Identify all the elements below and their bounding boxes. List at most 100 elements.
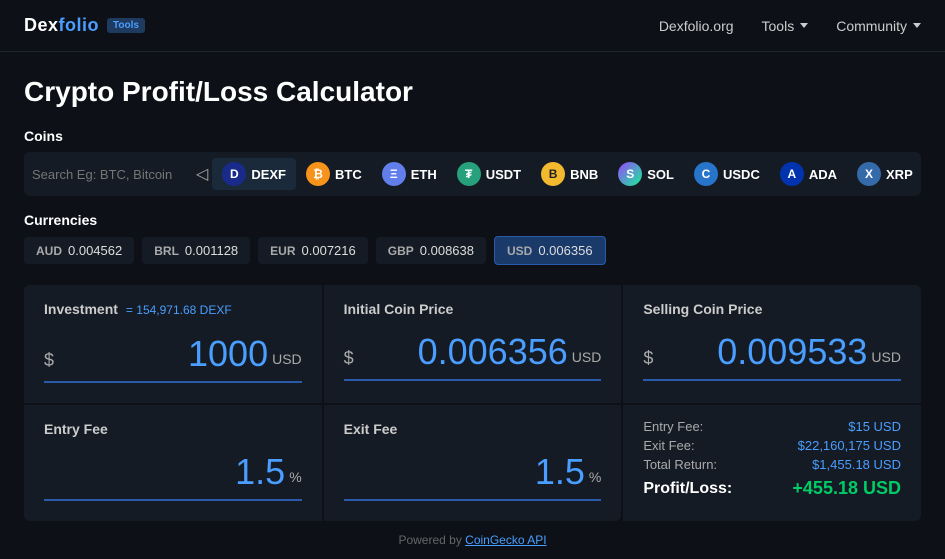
coin-label-bnb: BNB — [570, 167, 598, 182]
profit-loss-value: +455.18 USD — [792, 478, 901, 499]
coins-section-label: Coins — [24, 128, 921, 144]
logo-area: Dexfolio Tools — [24, 15, 145, 36]
investment-title: Investment — [44, 301, 118, 317]
currency-value-brl: 0.001128 — [185, 243, 238, 258]
investment-input[interactable] — [58, 333, 268, 375]
coin-item-usdc[interactable]: C USDC — [684, 158, 770, 190]
exit-fee-title: Exit Fee — [344, 421, 398, 437]
coin-label-xrp: XRP — [886, 167, 913, 182]
entry-fee-input-row: % — [44, 451, 302, 501]
coin-item-ada[interactable]: A ADA — [770, 158, 847, 190]
currency-value-gbp: 0.008638 — [420, 243, 474, 258]
currency-code-usd: USD — [507, 244, 532, 258]
footer-text: Powered by — [398, 533, 465, 547]
currency-badge-eur[interactable]: EUR 0.007216 — [258, 237, 368, 264]
profit-loss-label: Profit/Loss: — [643, 480, 732, 498]
currency-badge-aud[interactable]: AUD 0.004562 — [24, 237, 134, 264]
coin-icon-sol: S — [618, 162, 642, 186]
tools-badge: Tools — [107, 18, 145, 33]
logo-text[interactable]: Dexfolio — [24, 15, 99, 36]
coin-label-usdt: USDT — [486, 167, 521, 182]
initial-price-unit: USD — [572, 349, 602, 365]
currency-badge-brl[interactable]: BRL 0.001128 — [142, 237, 250, 264]
coin-search-wrapper — [32, 167, 192, 182]
selling-price-currency-symbol: $ — [643, 348, 653, 369]
currency-value-aud: 0.004562 — [68, 243, 122, 258]
nav-dexfolio[interactable]: Dexfolio.org — [659, 18, 734, 34]
currency-code-aud: AUD — [36, 244, 62, 258]
coin-item-eth[interactable]: Ξ ETH — [372, 158, 447, 190]
currency-badge-usd[interactable]: USD 0.006356 — [494, 236, 606, 265]
results-card: Entry Fee: $15 USD Exit Fee: $22,160,175… — [623, 405, 921, 521]
header-nav: Dexfolio.org Tools Community — [659, 18, 921, 34]
initial-coin-price-title: Initial Coin Price — [344, 301, 454, 317]
exit-fee-result-row: Exit Fee: $22,160,175 USD — [643, 438, 901, 453]
coins-row: ◁ DDEXF ₿ BTC Ξ ETH ₮ USDT B BNB S SOL C USDC A ADA X XR… — [24, 152, 921, 196]
page-title: Crypto Profit/Loss Calculator — [24, 76, 921, 108]
currency-code-eur: EUR — [270, 244, 295, 258]
coins-prev-button[interactable]: ◁ — [192, 164, 212, 184]
currency-value-eur: 0.007216 — [302, 243, 356, 258]
coin-icon-dexf: D — [222, 162, 246, 186]
entry-fee-result-row: Entry Fee: $15 USD — [643, 419, 901, 434]
chevron-down-icon — [800, 23, 808, 28]
coin-item-usdt[interactable]: ₮ USDT — [447, 158, 531, 190]
footer: Powered by CoinGecko API — [0, 521, 945, 559]
coin-label-ada: ADA — [809, 167, 837, 182]
coin-icon-ada: A — [780, 162, 804, 186]
coin-icon-eth: Ξ — [382, 162, 406, 186]
currency-badge-gbp[interactable]: GBP 0.008638 — [376, 237, 486, 264]
currency-code-brl: BRL — [154, 244, 179, 258]
exit-fee-input[interactable] — [344, 451, 585, 493]
initial-price-input-row: $ USD — [344, 331, 602, 381]
investment-subtitle: = 154,971.68 DEXF — [126, 303, 232, 317]
coin-icon-usdt: ₮ — [457, 162, 481, 186]
currencies-section-label: Currencies — [24, 212, 921, 228]
coins-list: DDEXF ₿ BTC Ξ ETH ₮ USDT B BNB S SOL C USDC A ADA X XRP — [212, 158, 921, 190]
entry-fee-unit: % — [289, 469, 301, 485]
selling-price-unit: USD — [871, 349, 901, 365]
calculator-grid: Investment = 154,971.68 DEXF $ USD Initi… — [24, 285, 921, 521]
coin-icon-bnb: B — [541, 162, 565, 186]
coin-item-sol[interactable]: S SOL — [608, 158, 684, 190]
nav-tools[interactable]: Tools — [762, 18, 809, 34]
nav-community[interactable]: Community — [836, 18, 921, 34]
coin-item-bnb[interactable]: B BNB — [531, 158, 608, 190]
coin-search-input[interactable] — [32, 167, 172, 182]
entry-fee-input[interactable] — [44, 451, 285, 493]
coin-icon-usdc: C — [694, 162, 718, 186]
coin-label-eth: ETH — [411, 167, 437, 182]
entry-fee-result-value: $15 USD — [848, 419, 901, 434]
currency-value-usd: 0.006356 — [538, 243, 592, 258]
coin-icon-xrp: X — [857, 162, 881, 186]
initial-price-currency-symbol: $ — [344, 348, 354, 369]
investment-input-row: $ USD — [44, 333, 302, 383]
coingecko-link[interactable]: CoinGecko API — [465, 533, 546, 547]
investment-unit: USD — [272, 351, 302, 367]
investment-card: Investment = 154,971.68 DEXF $ USD — [24, 285, 322, 403]
exit-fee-result-label: Exit Fee: — [643, 438, 694, 453]
currencies-row: AUD 0.004562 BRL 0.001128 EUR 0.007216 GBP 0.00… — [24, 236, 921, 265]
entry-fee-title: Entry Fee — [44, 421, 108, 437]
coin-label-usdc: USDC — [723, 167, 760, 182]
currency-code-gbp: GBP — [388, 244, 414, 258]
selling-price-input-row: $ USD — [643, 331, 901, 381]
coin-item-dexf[interactable]: DDEXF — [212, 158, 296, 190]
investment-currency-symbol: $ — [44, 350, 54, 371]
exit-fee-result-value: $22,160,175 USD — [798, 438, 901, 453]
selling-coin-price-title: Selling Coin Price — [643, 301, 762, 317]
coin-item-btc[interactable]: ₿ BTC — [296, 158, 372, 190]
coin-icon-btc: ₿ — [306, 162, 330, 186]
coin-item-xrp[interactable]: X XRP — [847, 158, 921, 190]
selling-coin-price-input[interactable] — [657, 331, 867, 373]
initial-coin-price-card: Initial Coin Price $ USD — [324, 285, 622, 403]
entry-fee-card: Entry Fee % — [24, 405, 322, 521]
coin-label-btc: BTC — [335, 167, 362, 182]
entry-fee-result-label: Entry Fee: — [643, 419, 703, 434]
exit-fee-input-row: % — [344, 451, 602, 501]
coin-label-sol: SOL — [647, 167, 674, 182]
initial-coin-price-input[interactable] — [358, 331, 568, 373]
exit-fee-card: Exit Fee % — [324, 405, 622, 521]
total-return-result-row: Total Return: $1,455.18 USD — [643, 457, 901, 472]
exit-fee-unit: % — [589, 469, 601, 485]
